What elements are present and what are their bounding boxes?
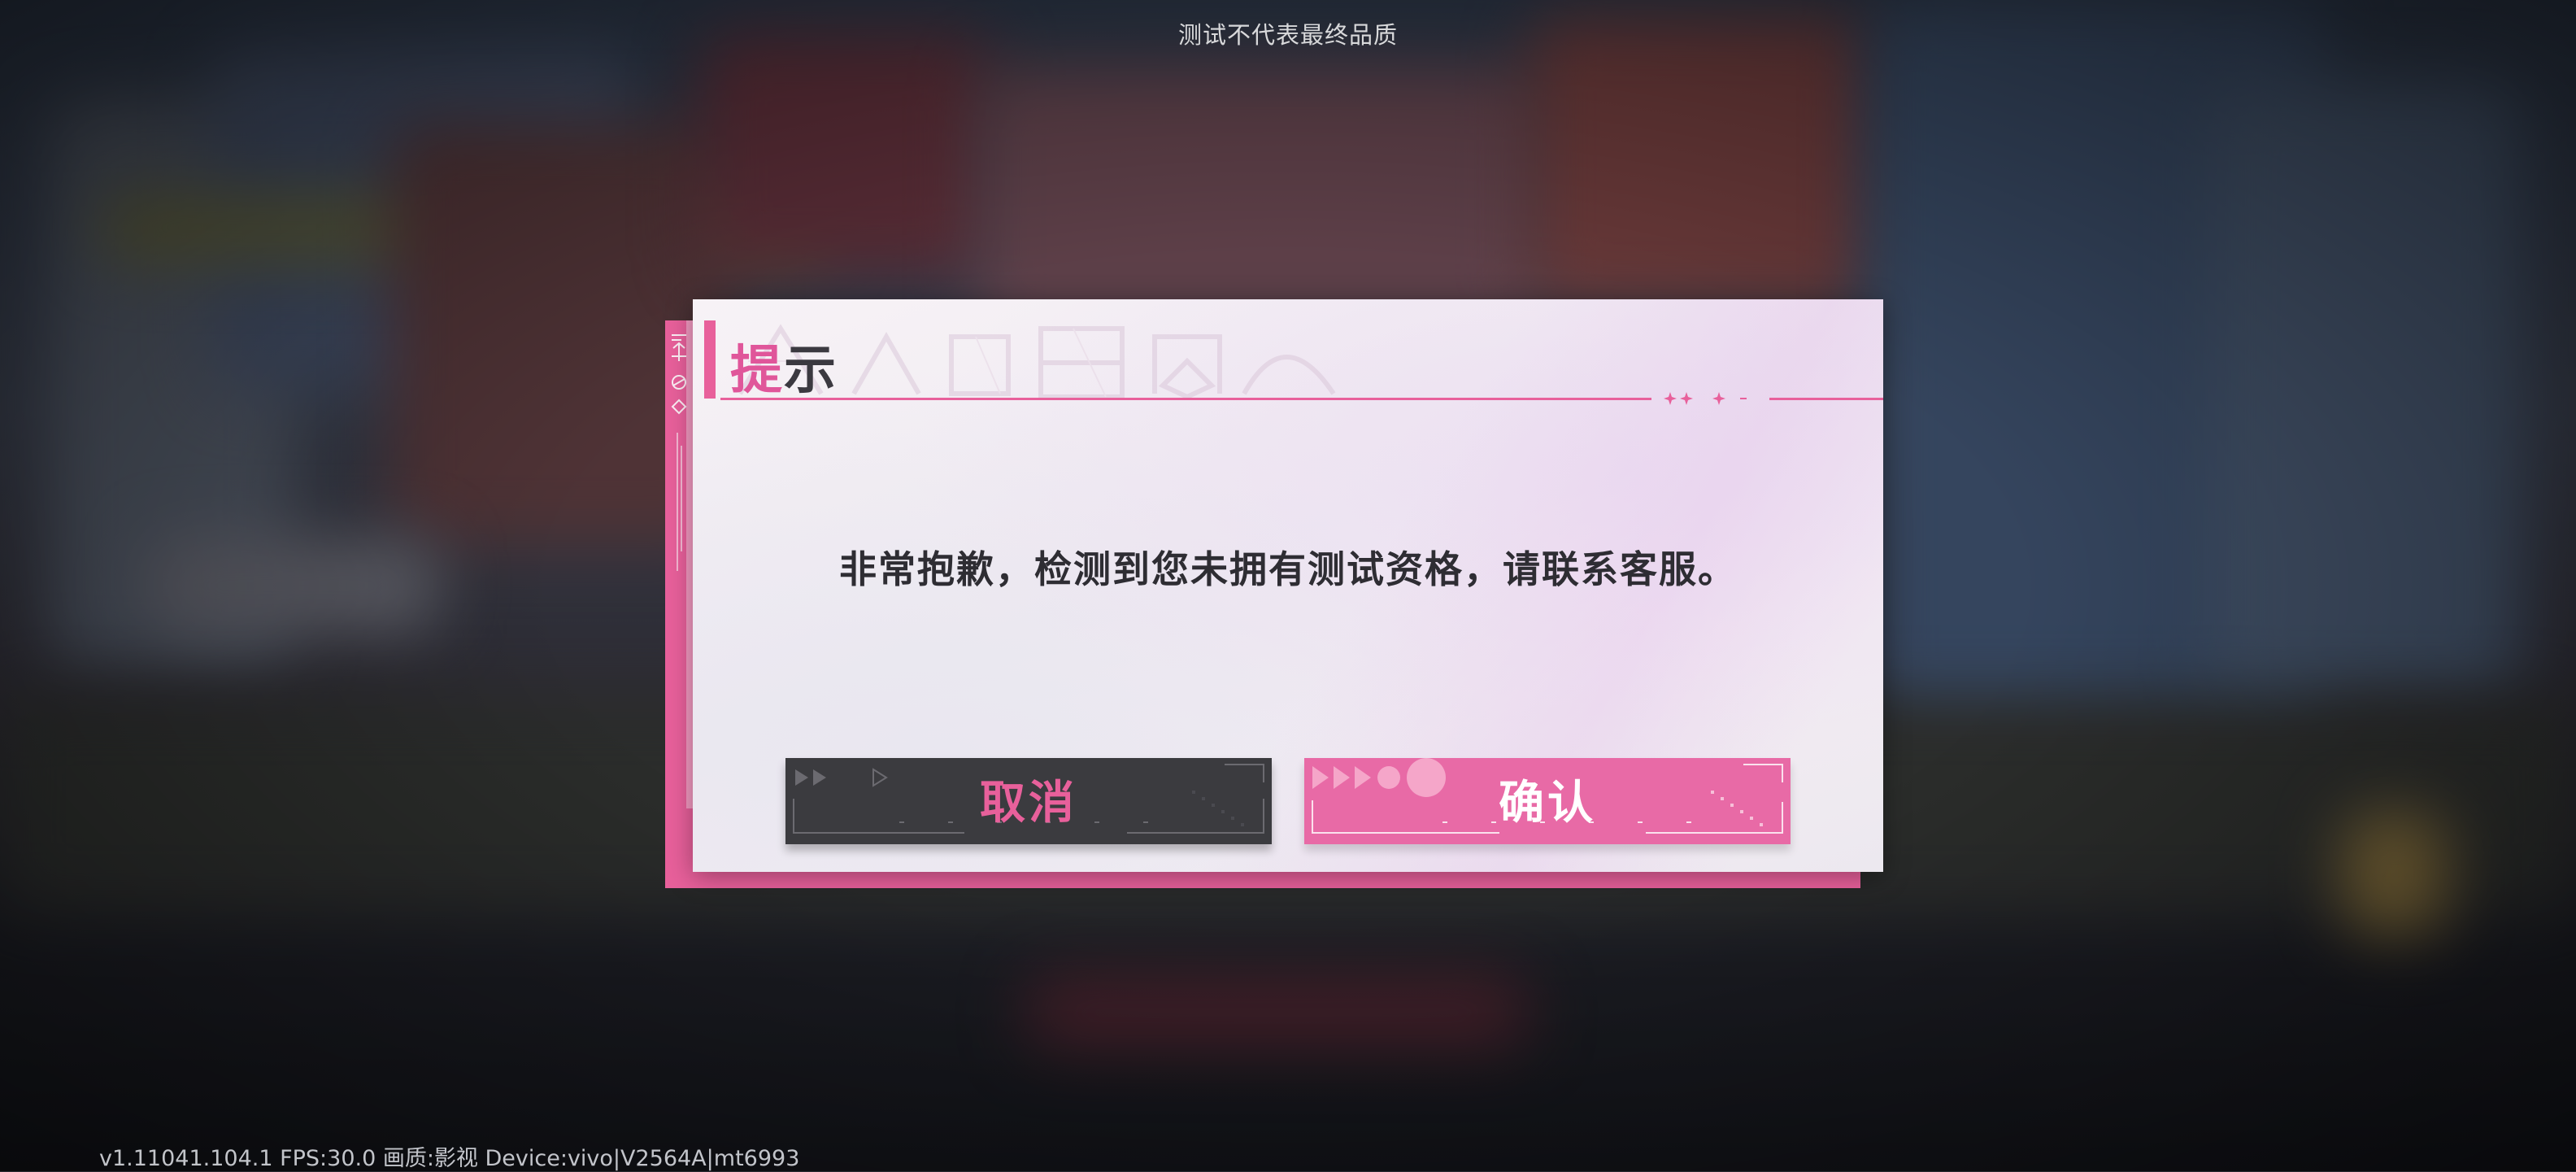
dialog-title-first-char: 提 — [730, 340, 784, 401]
side-decoration-icon — [671, 334, 687, 571]
confirm-button[interactable]: 确认 — [1304, 758, 1791, 844]
test-watermark: 测试不代表最终品质 — [1177, 21, 1398, 49]
sparkle-icon — [1664, 392, 1747, 405]
dialog-message: 非常抱歉，检测到您未拥有测试资格，请联系客服。 — [839, 547, 1737, 591]
dialog-title-rest: 示 — [784, 340, 838, 401]
debug-info: v1.11041.104.1 FPS:30.0 画质:影视 Device:viv… — [99, 1146, 800, 1171]
cancel-button-label: 取消 — [980, 776, 1077, 830]
confirm-button-label: 确认 — [1499, 776, 1596, 830]
cancel-button[interactable]: 取消 — [785, 758, 1272, 844]
dialog-title: 提示 — [730, 329, 838, 403]
title-accent-bar — [704, 320, 716, 399]
